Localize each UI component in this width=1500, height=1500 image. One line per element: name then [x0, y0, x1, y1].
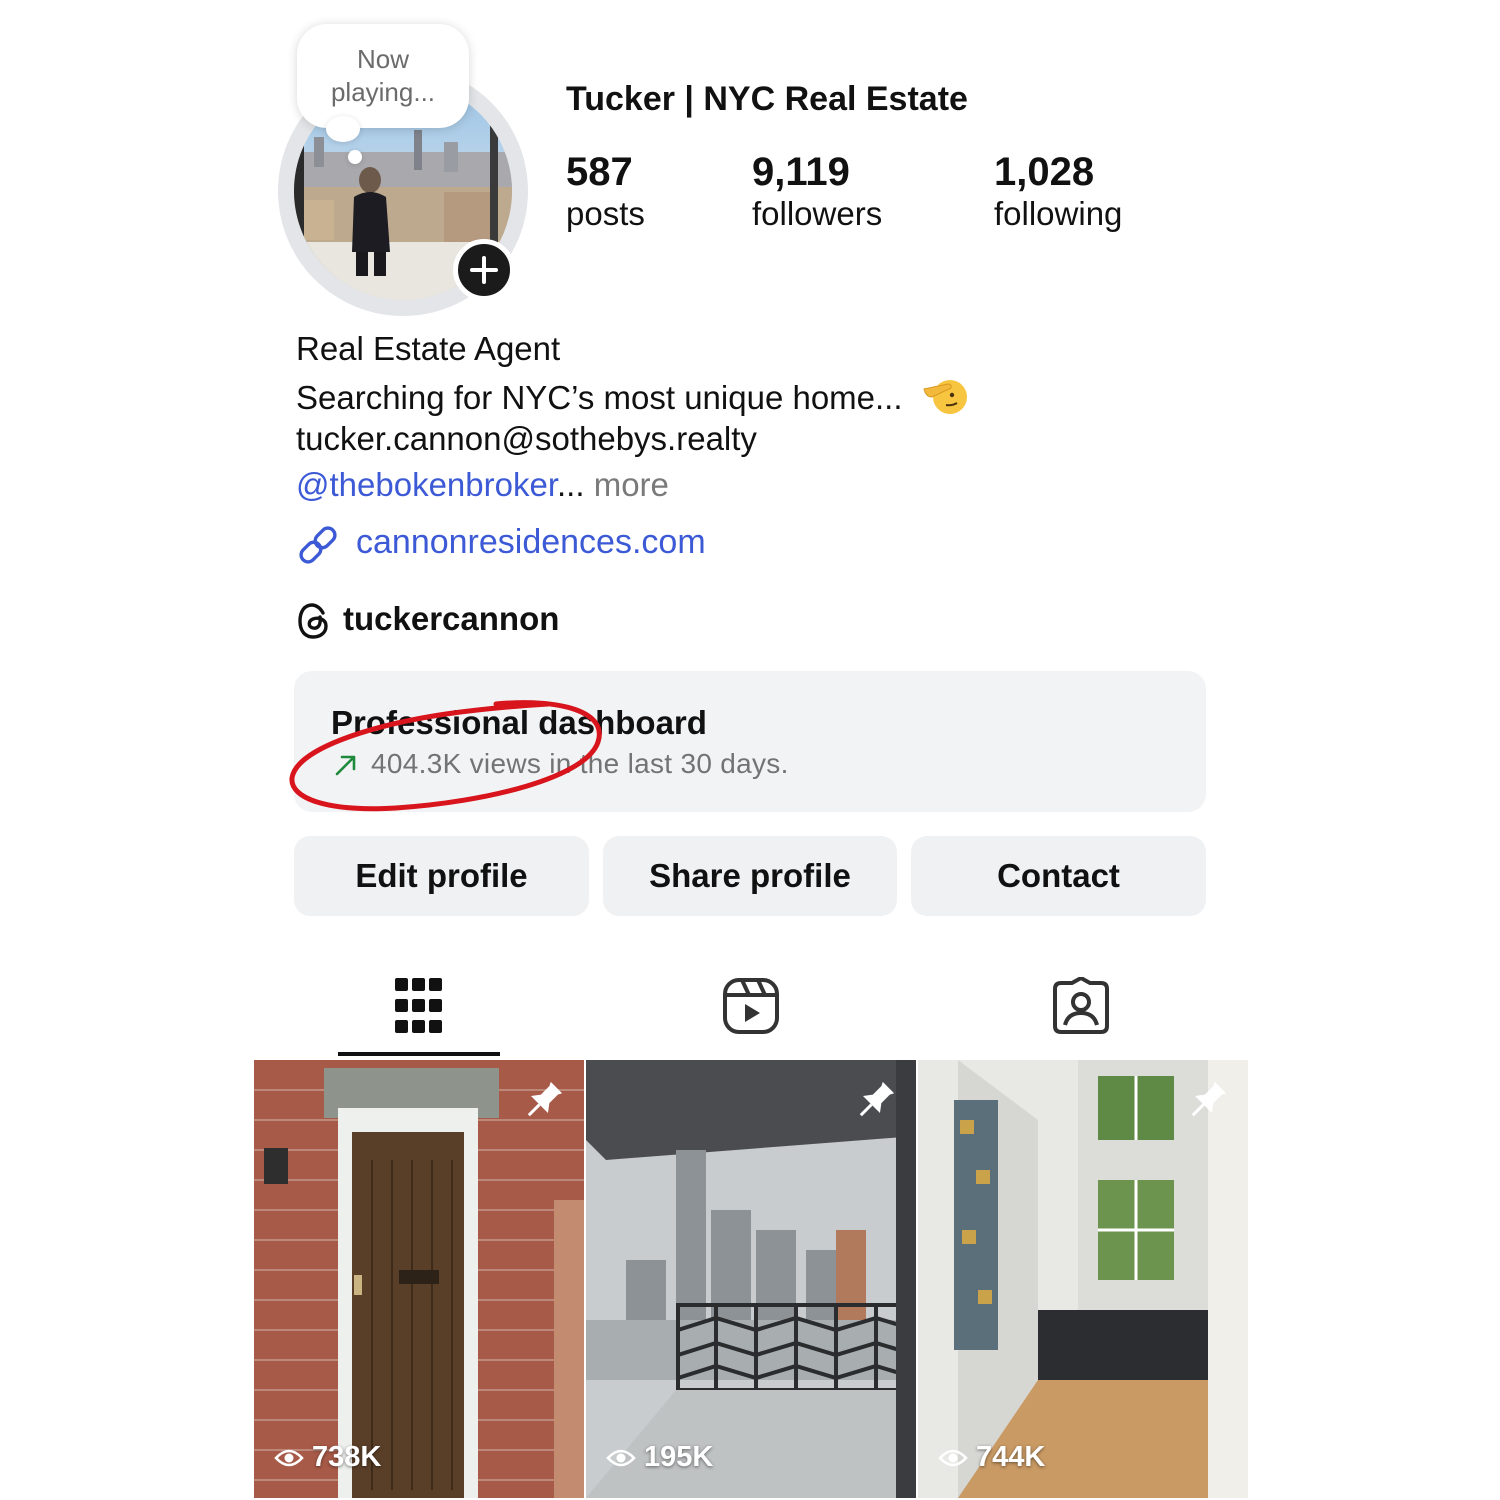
bio-text: Searching for NYC’s most unique home... — [296, 379, 903, 416]
stat-followers-label: followers — [752, 195, 883, 232]
post-tile[interactable]: 744K — [918, 1060, 1248, 1498]
eye-icon — [938, 1449, 968, 1466]
reels-icon — [723, 978, 779, 1034]
threads-icon — [298, 603, 328, 639]
share-profile-button[interactable]: Share profile — [603, 836, 897, 916]
post-tile[interactable]: 195K — [586, 1060, 916, 1498]
red-circle-annotation — [289, 700, 602, 812]
post-views-count: 738K — [312, 1441, 382, 1473]
active-tab-indicator — [338, 1052, 500, 1056]
tab-posts[interactable] — [338, 960, 500, 1052]
bio-mention-link[interactable]: @thebokenbroker — [296, 466, 557, 503]
bio-category: Real Estate Agent — [296, 330, 561, 367]
bio-mention-line: @thebokenbroker... more — [296, 466, 669, 504]
plus-icon — [470, 256, 498, 284]
website-link[interactable]: cannonresidences.com — [356, 523, 706, 562]
stat-following-value: 1,028 — [994, 150, 1095, 194]
eye-icon — [274, 1449, 304, 1466]
stat-following[interactable]: 1,028 following — [994, 150, 1122, 233]
post-views-count: 744K — [976, 1441, 1046, 1473]
tab-reels[interactable] — [670, 960, 832, 1052]
link-icon — [299, 526, 337, 564]
tab-tagged[interactable] — [1000, 960, 1162, 1052]
post-tile[interactable]: 738K — [254, 1060, 584, 1498]
post-image-interior — [918, 1060, 1248, 1498]
note-bubble[interactable]: Now playing... — [297, 24, 469, 128]
stat-posts-label: posts — [566, 195, 645, 232]
saluting-face-icon — [923, 380, 967, 414]
profile-username: Tucker | NYC Real Estate — [566, 80, 968, 118]
pin-icon — [1191, 1081, 1227, 1117]
bio-email[interactable]: tucker.cannon@sothebys.realty — [296, 420, 757, 458]
bio-more-button[interactable]: more — [585, 466, 669, 503]
note-bubble-tail — [326, 116, 360, 142]
tagged-icon — [1053, 977, 1109, 1034]
note-text: Now playing... — [330, 44, 436, 107]
contact-button[interactable]: Contact — [911, 836, 1206, 916]
bio-ellipsis: ... — [557, 466, 585, 503]
post-views: 738K — [274, 1441, 381, 1474]
post-views: 195K — [606, 1441, 713, 1474]
add-story-button[interactable] — [453, 239, 515, 301]
bio-line: Searching for NYC’s most unique home... — [296, 375, 968, 417]
note-bubble-dot — [348, 150, 362, 164]
post-image-balcony — [586, 1060, 916, 1498]
pin-icon — [859, 1081, 895, 1117]
eye-icon — [606, 1449, 636, 1466]
stat-posts-value: 587 — [566, 150, 633, 194]
stat-following-label: following — [994, 195, 1123, 232]
pin-icon — [527, 1081, 563, 1117]
threads-handle[interactable]: tuckercannon — [343, 600, 559, 638]
stat-posts[interactable]: 587 posts — [566, 150, 645, 233]
post-views-count: 195K — [644, 1441, 714, 1473]
post-views: 744K — [938, 1441, 1045, 1474]
post-image-door — [254, 1060, 584, 1498]
stat-followers-value: 9,119 — [752, 150, 850, 194]
stat-followers[interactable]: 9,119 followers — [752, 150, 882, 233]
grid-icon — [395, 978, 442, 1033]
edit-profile-button[interactable]: Edit profile — [294, 836, 589, 916]
